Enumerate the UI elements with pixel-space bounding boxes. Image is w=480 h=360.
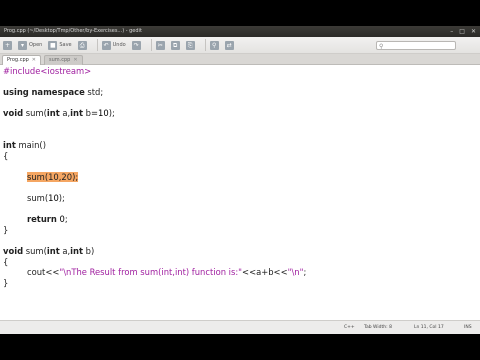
save-label: Save bbox=[59, 42, 72, 48]
print-icon: ⎙ bbox=[77, 40, 87, 50]
find-button[interactable]: ⚲ bbox=[209, 40, 219, 50]
code-editor[interactable]: #include<iostream> using namespace std; … bbox=[0, 65, 480, 320]
tab-label: sum.cpp bbox=[49, 57, 71, 63]
maximize-icon[interactable]: □ bbox=[459, 26, 465, 37]
replace-icon: ⇄ bbox=[224, 40, 234, 50]
window-title: Prog.cpp (~/Desktop/Tmp/Other/by-Exercis… bbox=[4, 28, 142, 34]
code-line-13: sum(10); bbox=[27, 193, 65, 203]
paste-icon: ⎘ bbox=[185, 40, 195, 50]
open-icon: ▾ bbox=[18, 40, 27, 50]
tab-label: Prog.cpp bbox=[7, 57, 29, 63]
search-input[interactable]: ⚲ bbox=[376, 41, 456, 50]
insert-mode: INS bbox=[464, 325, 472, 330]
toolbar-separator bbox=[204, 39, 206, 51]
code-line-11: sum(10,20); bbox=[27, 172, 79, 183]
code-line-20: cout<<"\nThe Result from sum(int,int) fu… bbox=[27, 267, 307, 277]
save-icon: ■ bbox=[48, 40, 58, 50]
code-line-3: using namespace std; bbox=[3, 87, 104, 97]
code-line-8: int main() bbox=[3, 140, 46, 150]
code-line-5: void sum(int a,int b=10); bbox=[3, 108, 115, 118]
new-button[interactable]: + bbox=[3, 40, 12, 50]
tab-bar: Prog.cpp ✕ sum.cpp ✕ bbox=[0, 54, 480, 65]
letterbox-top bbox=[0, 0, 480, 26]
print-button[interactable]: ⎙ bbox=[77, 40, 87, 50]
save-button[interactable]: ■ Save bbox=[48, 40, 72, 50]
undo-label: Undo bbox=[112, 42, 126, 48]
language-selector[interactable]: C++ bbox=[344, 321, 355, 335]
close-icon[interactable]: ✕ bbox=[471, 26, 476, 37]
title-bar: Prog.cpp (~/Desktop/Tmp/Other/by-Exercis… bbox=[0, 26, 480, 37]
redo-button[interactable]: ↷ bbox=[131, 40, 141, 50]
new-file-icon: + bbox=[3, 40, 12, 50]
tab-width-selector[interactable]: Tab Width: 8 bbox=[364, 321, 392, 335]
redo-icon: ↷ bbox=[131, 40, 141, 50]
code-line-19: { bbox=[3, 257, 9, 267]
close-tab-icon[interactable]: ✕ bbox=[73, 57, 77, 63]
replace-button[interactable]: ⇄ bbox=[224, 40, 234, 50]
tab-prog-cpp[interactable]: Prog.cpp ✕ bbox=[2, 55, 41, 65]
undo-icon: ↶ bbox=[101, 40, 111, 50]
copy-button[interactable]: ⧉ bbox=[170, 40, 180, 50]
toolbar-separator bbox=[150, 39, 152, 51]
code-line-21: } bbox=[3, 278, 9, 288]
code-line-15: return 0; bbox=[27, 214, 68, 224]
code-line-18: void sum(int a,int b) bbox=[3, 246, 95, 256]
open-button[interactable]: ▾ Open bbox=[18, 40, 43, 50]
minimize-icon[interactable]: – bbox=[450, 26, 453, 37]
paste-button[interactable]: ⎘ bbox=[185, 40, 195, 50]
code-line-9: { bbox=[3, 151, 9, 161]
tab-sum-cpp[interactable]: sum.cpp ✕ bbox=[44, 55, 83, 65]
letterbox-bottom bbox=[0, 334, 480, 360]
window-controls: – □ ✕ bbox=[450, 26, 476, 37]
undo-button[interactable]: ↶ Undo bbox=[101, 40, 126, 50]
code-line-16: } bbox=[3, 225, 9, 235]
cut-icon: ✂ bbox=[155, 40, 165, 50]
open-label: Open bbox=[29, 42, 43, 48]
selected-text[interactable]: sum(10,20); bbox=[27, 172, 79, 182]
toolbar-separator bbox=[96, 39, 98, 51]
find-icon: ⚲ bbox=[209, 40, 219, 50]
status-bar: C++ Tab Width: 8 Ln 11, Col 17 INS bbox=[0, 320, 480, 335]
code-line-1: #include<iostream> bbox=[3, 66, 92, 76]
copy-icon: ⧉ bbox=[170, 40, 180, 50]
cursor-position: Ln 11, Col 17 bbox=[414, 325, 444, 330]
close-tab-icon[interactable]: ✕ bbox=[32, 57, 36, 63]
cut-button[interactable]: ✂ bbox=[155, 40, 165, 50]
search-icon: ⚲ bbox=[379, 43, 384, 50]
